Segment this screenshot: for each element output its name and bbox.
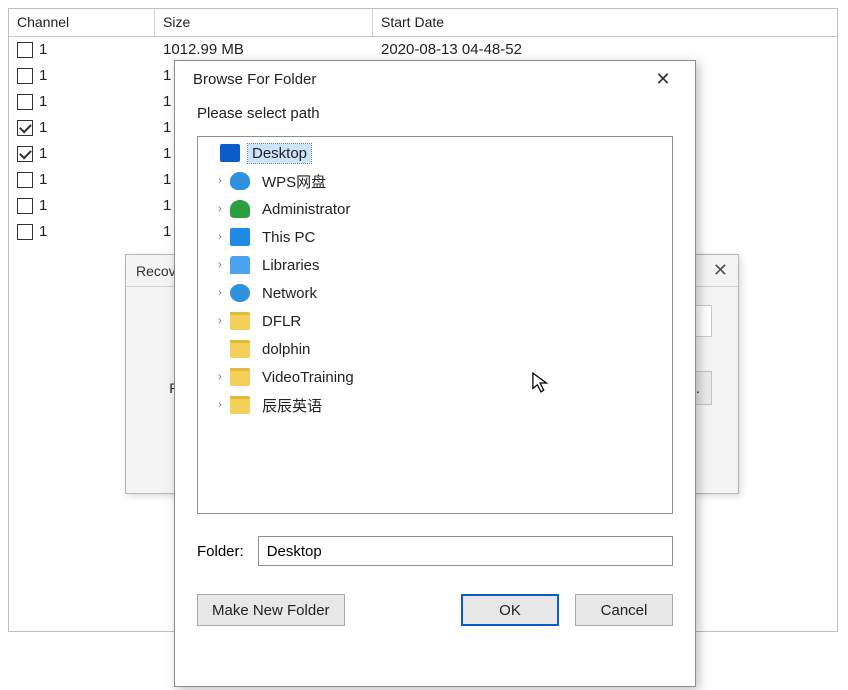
row-checkbox[interactable] <box>17 172 33 188</box>
channel-value: 1 <box>39 37 47 63</box>
col-header-startdate[interactable]: Start Date <box>373 9 837 36</box>
folder-icon <box>230 312 250 330</box>
tree-node[interactable]: › Network <box>198 279 672 307</box>
tree-node-label: 辰辰英语 <box>258 394 326 417</box>
folder-icon <box>230 340 250 358</box>
table-row-channel: 1 <box>9 63 155 89</box>
make-new-folder-button[interactable]: Make New Folder <box>197 594 345 626</box>
channel-value: 1 <box>39 63 47 89</box>
chevron-right-icon[interactable]: › <box>214 399 226 411</box>
net-icon <box>230 284 250 302</box>
tree-node-label: VideoTraining <box>258 368 358 387</box>
cloud-icon <box>230 172 250 190</box>
chevron-right-icon[interactable]: › <box>214 231 226 243</box>
chevron-right-icon[interactable]: › <box>214 371 226 383</box>
row-checkbox[interactable] <box>17 42 33 58</box>
row-checkbox[interactable] <box>17 224 33 240</box>
tree-node[interactable]: Desktop <box>198 139 672 167</box>
folder-input[interactable] <box>258 536 673 566</box>
channel-value: 1 <box>39 219 47 245</box>
tree-node-label: Network <box>258 284 321 303</box>
tree-node[interactable]: › This PC <box>198 223 672 251</box>
tree-node-label: DFLR <box>258 312 305 331</box>
tree-node-label: Administrator <box>258 200 354 219</box>
table-header: Channel Size Start Date <box>9 9 837 37</box>
channel-value: 1 <box>39 193 47 219</box>
folder-label: Folder: <box>197 543 244 560</box>
tree-node[interactable]: dolphin <box>198 335 672 363</box>
channel-value: 1 <box>39 141 47 167</box>
folder-input-row: Folder: <box>197 536 673 566</box>
table-row-channel: 1 <box>9 115 155 141</box>
tree-node-label: Libraries <box>258 256 324 275</box>
folder-icon <box>230 396 250 414</box>
channel-value: 1 <box>39 115 47 141</box>
table-row-channel: 1 <box>9 219 155 245</box>
bff-titlebar: Browse For Folder ✕ <box>175 61 695 97</box>
tree-node-label: This PC <box>258 228 319 247</box>
row-checkbox[interactable] <box>17 146 33 162</box>
browse-for-folder-dialog: Browse For Folder ✕ Please select path D… <box>174 60 696 687</box>
tree-node-label: dolphin <box>258 340 314 359</box>
row-checkbox[interactable] <box>17 198 33 214</box>
tree-node-label: Desktop <box>248 144 311 163</box>
row-checkbox[interactable] <box>17 68 33 84</box>
folder-icon <box>230 368 250 386</box>
row-checkbox[interactable] <box>17 120 33 136</box>
row-checkbox[interactable] <box>17 94 33 110</box>
user-icon <box>230 200 250 218</box>
ok-button[interactable]: OK <box>461 594 559 626</box>
lib-icon <box>230 256 250 274</box>
tree-node[interactable]: › 辰辰英语 <box>198 391 672 419</box>
bff-instruction: Please select path <box>175 97 695 136</box>
pc-icon <box>230 228 250 246</box>
close-icon[interactable]: ✕ <box>645 66 681 92</box>
cancel-button[interactable]: Cancel <box>575 594 673 626</box>
tree-node[interactable]: › Administrator <box>198 195 672 223</box>
bff-button-row: Make New Folder OK Cancel <box>197 594 673 626</box>
table-row-channel: 1 <box>9 167 155 193</box>
bff-title: Browse For Folder <box>193 71 316 88</box>
table-row-channel: 1 <box>9 141 155 167</box>
channel-value: 1 <box>39 167 47 193</box>
table-row-channel: 1 <box>9 89 155 115</box>
chevron-right-icon[interactable]: › <box>214 175 226 187</box>
channel-value: 1 <box>39 89 47 115</box>
tree-node[interactable]: › Libraries <box>198 251 672 279</box>
table-row-channel: 1 <box>9 193 155 219</box>
chevron-right-icon[interactable]: › <box>214 259 226 271</box>
desktop-icon <box>220 144 240 162</box>
chevron-right-icon[interactable]: › <box>214 287 226 299</box>
tree-node-label: WPS网盘 <box>258 170 330 193</box>
tree-node[interactable]: › WPS网盘 <box>198 167 672 195</box>
col-header-size[interactable]: Size <box>155 9 373 36</box>
chevron-right-icon[interactable]: › <box>214 203 226 215</box>
col-header-channel[interactable]: Channel <box>9 9 155 36</box>
table-row-channel: 1 <box>9 37 155 63</box>
close-icon[interactable]: ✕ <box>713 260 728 281</box>
tree-node[interactable]: › VideoTraining <box>198 363 672 391</box>
chevron-right-icon[interactable]: › <box>214 315 226 327</box>
recovery-title-text: Recov <box>136 263 176 279</box>
folder-tree[interactable]: Desktop › WPS网盘 › Administrator › This PC › Libr… <box>197 136 673 514</box>
tree-node[interactable]: › DFLR <box>198 307 672 335</box>
